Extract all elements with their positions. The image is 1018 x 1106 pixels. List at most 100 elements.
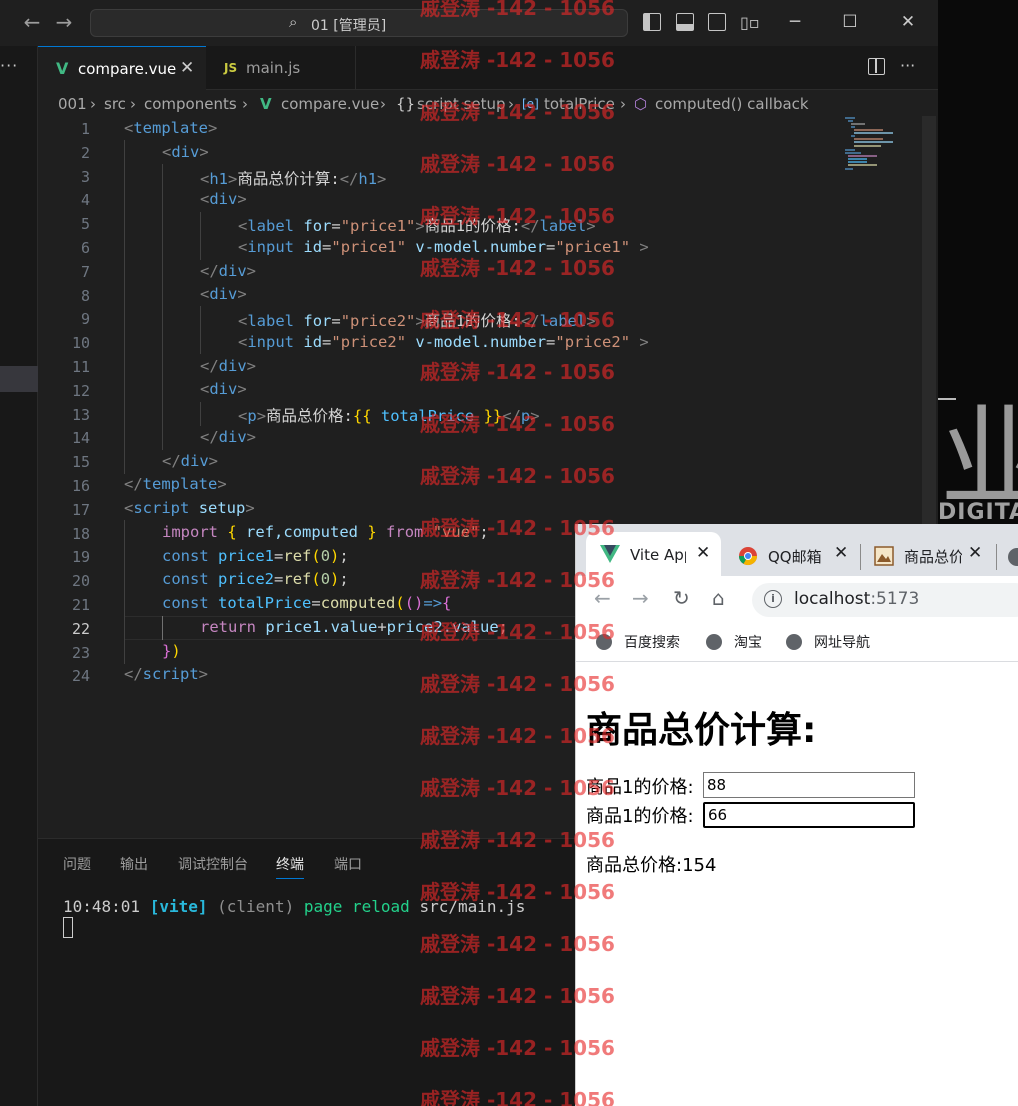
panel-tab-output[interactable]: 输出: [120, 854, 148, 874]
close-tab-icon[interactable]: ✕: [696, 543, 710, 563]
breadcrumb: 001 › src › components › V compare.vue ›…: [38, 90, 938, 118]
line-number: 6: [80, 239, 90, 257]
browser-tab-product[interactable]: 商品总价 ✕: [864, 532, 992, 576]
close-tab-icon[interactable]: ✕: [834, 543, 848, 563]
bookmark-nav[interactable]: 网址导航: [786, 632, 870, 652]
method-cube-icon: ⬡: [634, 95, 648, 113]
vue-file-icon: V: [260, 95, 272, 113]
tab-label: compare.vue: [78, 60, 177, 78]
line-number: 16: [71, 477, 90, 495]
home-icon[interactable]: ⌂: [712, 586, 725, 610]
page-heading: 商品总价计算:: [586, 710, 817, 751]
breadcrumb-item[interactable]: totalPrice: [544, 95, 615, 113]
bookmark-taobao[interactable]: 淘宝: [706, 632, 762, 652]
back-arrow-icon[interactable]: ←: [20, 10, 44, 34]
code-line: <label for="price1">商品1的价格:</label>: [238, 217, 596, 235]
breadcrumb-item[interactable]: src: [104, 95, 126, 113]
code-line: </div>: [200, 357, 257, 375]
reload-icon[interactable]: ↻: [673, 586, 690, 610]
panel-tab-problems[interactable]: 问题: [63, 854, 91, 874]
breadcrumb-item[interactable]: 001: [58, 95, 87, 113]
price1-input[interactable]: [703, 772, 915, 798]
panel-tab-debug-console[interactable]: 调试控制台: [178, 854, 248, 874]
breadcrumb-separator: ›: [130, 95, 136, 113]
variable-icon: [e]: [522, 97, 539, 111]
activity-bar: ···: [0, 46, 38, 1106]
breadcrumb-separator: ›: [620, 95, 626, 113]
browser-tab-vite-app[interactable]: Vite App ✕: [586, 532, 721, 576]
line-number: 8: [80, 286, 90, 305]
vite-icon: [600, 545, 620, 563]
panel-tab-ports[interactable]: 端口: [334, 854, 362, 874]
maximize-icon[interactable]: ☐: [838, 10, 862, 34]
site-info-icon[interactable]: i: [764, 590, 782, 608]
line-number: 13: [71, 405, 90, 424]
panel-tab-terminal[interactable]: 终端: [276, 854, 304, 879]
line-number: 14: [71, 429, 90, 448]
toggle-sidebar-icon[interactable]: [643, 13, 661, 31]
bookmark-baidu[interactable]: 百度搜索: [596, 632, 680, 652]
price2-input[interactable]: [703, 802, 915, 828]
code-line: </template>: [124, 475, 227, 493]
code-line: </script>: [124, 665, 209, 683]
code-line: <input id="price2" v-model.number="price…: [238, 333, 649, 351]
more-actions-icon[interactable]: ···: [0, 56, 20, 75]
breadcrumb-item[interactable]: components: [144, 95, 237, 113]
breadcrumb-item[interactable]: script setup: [417, 95, 506, 113]
line-number: 18: [71, 524, 90, 543]
code-line: <div>: [200, 285, 247, 303]
close-tab-icon[interactable]: ✕: [968, 543, 982, 563]
code-line: <div>: [200, 190, 247, 208]
toggle-panel-icon[interactable]: [676, 13, 694, 31]
vue-file-icon: V: [56, 59, 69, 78]
line-number: 11: [71, 358, 90, 376]
breadcrumb-separator: ›: [90, 95, 96, 113]
customize-layout-icon[interactable]: ▯▫: [740, 13, 760, 32]
toggle-secondary-sidebar-icon[interactable]: [708, 13, 726, 31]
forward-icon[interactable]: →: [632, 586, 649, 610]
more-actions-icon[interactable]: ···: [900, 56, 915, 75]
breadcrumb-item[interactable]: computed() callback: [655, 95, 809, 113]
code-line: import { ref,computed } from "vue";: [162, 523, 489, 541]
url-text: localhost:5173: [794, 589, 920, 609]
background-logo-text: DIGITA: [938, 500, 1018, 525]
line-number: 7: [80, 262, 90, 281]
command-center-search[interactable]: ⌕ 01 [管理员]: [90, 9, 628, 37]
line-number: 10: [71, 334, 90, 353]
tab-favicon-icon[interactable]: [1008, 548, 1018, 566]
minimize-icon[interactable]: ─: [783, 10, 807, 34]
line-number: 23: [71, 643, 90, 662]
indent-guide: [200, 212, 201, 260]
code-line: const price1=ref(0);: [162, 547, 349, 565]
globe-icon: [596, 634, 612, 650]
code-line: <script setup>: [124, 499, 255, 517]
indent-guide: [162, 616, 163, 640]
indent-guide: [162, 164, 163, 450]
tab-separator: [860, 544, 861, 570]
browser-tab-qq-mail[interactable]: QQ邮箱 ✕: [726, 532, 858, 576]
terminal-line: 10:48:01 [vite] (client) page reload src…: [63, 897, 526, 916]
address-bar[interactable]: i localhost:5173: [752, 583, 1018, 617]
code-line: <h1>商品总价计算:</h1>: [200, 170, 387, 188]
split-editor-icon[interactable]: [868, 58, 885, 75]
breadcrumb-item[interactable]: compare.vue: [281, 95, 379, 113]
tab-label: main.js: [246, 59, 301, 77]
tab-main-js[interactable]: JS main.js: [206, 46, 356, 90]
terminal-cursor[interactable]: [63, 917, 73, 938]
line-number: 5: [80, 215, 90, 234]
title-bar: ← → ⌕ 01 [管理员] ▯▫ ─ ☐ ✕: [0, 0, 938, 46]
command-center-text: 01 [管理员]: [311, 18, 387, 34]
tab-separator: [996, 544, 997, 570]
breadcrumb-separator: ›: [380, 95, 386, 113]
close-window-icon[interactable]: ✕: [896, 10, 920, 34]
back-icon[interactable]: ←: [594, 586, 611, 610]
code-line: </div>: [162, 452, 219, 470]
browser-tab-label: Vite App: [630, 546, 686, 564]
close-tab-icon[interactable]: ✕: [180, 58, 194, 78]
indent-guide: [124, 140, 125, 474]
line-number: 21: [71, 596, 90, 614]
minimap[interactable]: [843, 116, 913, 171]
code-line: <p>商品总价格:{{ totalPrice }}</p>: [238, 407, 540, 425]
tab-compare-vue[interactable]: V compare.vue ✕: [38, 46, 206, 90]
forward-arrow-icon[interactable]: →: [52, 10, 76, 34]
